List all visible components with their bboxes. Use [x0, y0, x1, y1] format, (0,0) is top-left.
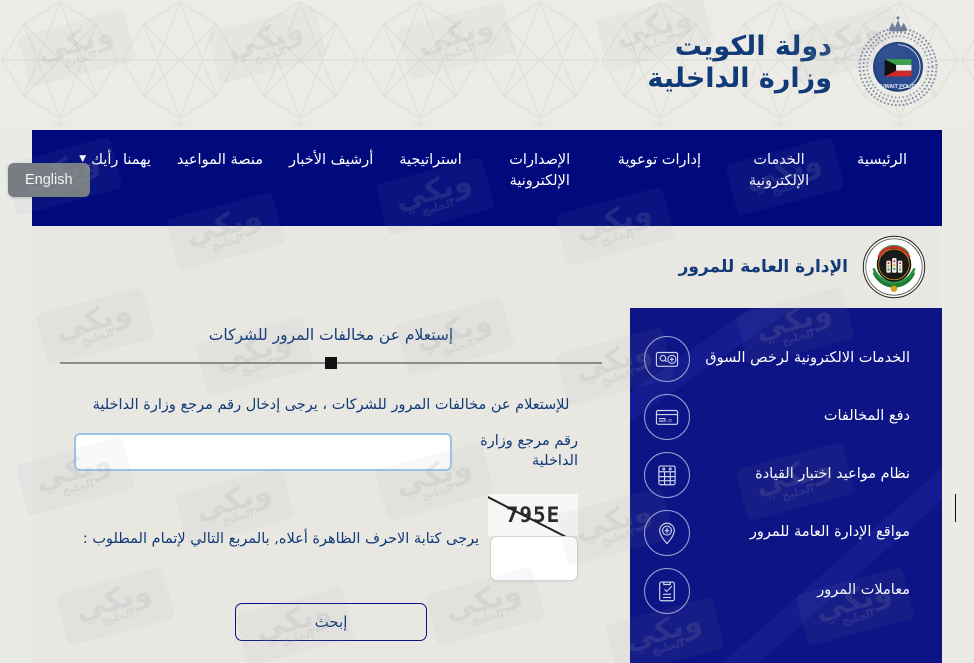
captcha-characters: 795E — [505, 502, 561, 527]
sidebar-item-label: مواقع الإدارة العامة للمرور — [749, 524, 910, 541]
department-name: الإدارة العامة للمرور — [678, 257, 848, 277]
clipboard-check-icon — [644, 568, 690, 614]
title-divider — [60, 356, 602, 370]
nav-item-6[interactable]: أرشيف الأخبار — [276, 144, 386, 177]
payment-card-kd-icon: K.D — [644, 394, 690, 440]
form-description: للإستعلام عن مخالفات المرور للشركات ، ير… — [92, 397, 570, 413]
general-traffic-department-emblem-icon — [862, 235, 926, 299]
site-title-line2: وزارة الداخلية — [647, 63, 832, 94]
form-title: إستعلام عن مخالفات المرور للشركات — [208, 326, 454, 344]
nav-item-4[interactable]: الإصدارات الإلكترونية — [475, 144, 605, 198]
site-title-line1: دولة الكويت — [674, 31, 832, 63]
department-header: الإدارة العامة للمرور — [32, 226, 942, 308]
nav-item-label: الإصدارات الإلكترونية — [509, 152, 571, 190]
divider-marker — [325, 357, 337, 369]
sidebar-item-label: دفع المخالفات — [823, 408, 910, 425]
nav-item-label: الرئيسية — [857, 152, 907, 168]
nav-list: الرئيسية الخدمات الإلكترونية إدارات توعوية… — [32, 130, 942, 226]
main-content: الإدارة العامة للمرور الخدمات الالكتروني… — [32, 226, 942, 663]
license-card-icon — [644, 336, 690, 382]
captcha-row: 795E يرجى كتابة الاحرف الظاهرة أعلاه, با… — [74, 493, 578, 581]
map-pin-icon — [644, 510, 690, 556]
nav-item-label: استراتيجية — [399, 152, 462, 168]
sidebar-item-3[interactable]: نظام مواعيد اختبار القيادة — [630, 446, 942, 504]
reference-field-label: رقم مرجع وزارة الداخلية — [480, 433, 578, 470]
primary-navigation: الرئيسية الخدمات الإلكترونية إدارات توعوية… — [32, 130, 942, 226]
submit-row: إبحث — [32, 602, 630, 641]
sidebar-item-5[interactable]: معاملات المرور — [630, 562, 942, 620]
left-margin-strip — [0, 126, 32, 663]
nav-item-3[interactable]: إدارات توعوية — [605, 144, 714, 177]
svg-text:K.D: K.D — [664, 418, 673, 424]
nav-item-2[interactable]: الخدمات الإلكترونية — [714, 144, 844, 198]
nav-item-label: أرشيف الأخبار — [289, 152, 374, 168]
kuwait-police-emblem-icon: KUWAIT POLICE — [850, 15, 946, 111]
site-header: KUWAIT POLICE دولة الكويت وزارة الداخلية — [0, 0, 974, 126]
sidebar-item-label: معاملات المرور — [817, 582, 910, 599]
text-cursor — [954, 494, 956, 522]
nav-item-label: منصة المواعيد — [176, 152, 263, 168]
sidebar-item-1[interactable]: الخدمات الالكترونية لرخص السوق — [630, 330, 942, 388]
calendar-icon — [644, 452, 690, 498]
nav-item-1[interactable]: الرئيسية — [844, 144, 920, 177]
captcha-instruction: يرجى كتابة الاحرف الظاهرة أعلاه, بالمربع… — [82, 530, 480, 547]
services-sidebar: الخدمات الالكترونية لرخص السوق دفع المخال… — [630, 308, 942, 663]
captcha-image: 795E — [488, 493, 578, 536]
nav-item-7[interactable]: منصة المواعيد — [164, 144, 276, 177]
captcha-block: 795E — [488, 493, 578, 581]
sidebar-item-label: الخدمات الالكترونية لرخص السوق — [705, 350, 910, 367]
nav-item-label: إدارات توعوية — [617, 152, 702, 168]
sidebar-item-list: الخدمات الالكترونية لرخص السوق دفع المخال… — [630, 308, 942, 620]
sidebar-item-4[interactable]: مواقع الإدارة العامة للمرور — [630, 504, 942, 562]
nav-item-label: يهمنا رأيك — [91, 152, 151, 168]
nav-item-label: الخدمات الإلكترونية — [748, 152, 810, 190]
inquiry-form-panel: إستعلام عن مخالفات المرور للشركات للإستع… — [32, 308, 630, 663]
language-toggle-english-button[interactable]: English — [8, 163, 90, 197]
captcha-input[interactable] — [490, 535, 578, 581]
reference-number-input[interactable] — [74, 433, 452, 472]
page-root: KUWAIT POLICE دولة الكويت وزارة الداخلية — [0, 0, 974, 663]
search-submit-button[interactable]: إبحث — [235, 602, 427, 641]
svg-text:KUWAIT POLICE: KUWAIT POLICE — [877, 84, 919, 90]
reference-field-row: رقم مرجع وزارة الداخلية — [74, 432, 578, 472]
sidebar-item-2[interactable]: دفع المخالفات K.D — [630, 388, 942, 446]
site-title: دولة الكويت وزارة الداخلية — [647, 31, 832, 95]
nav-item-5[interactable]: استراتيجية — [386, 144, 475, 177]
sidebar-item-label: نظام مواعيد اختبار القيادة — [755, 466, 910, 483]
